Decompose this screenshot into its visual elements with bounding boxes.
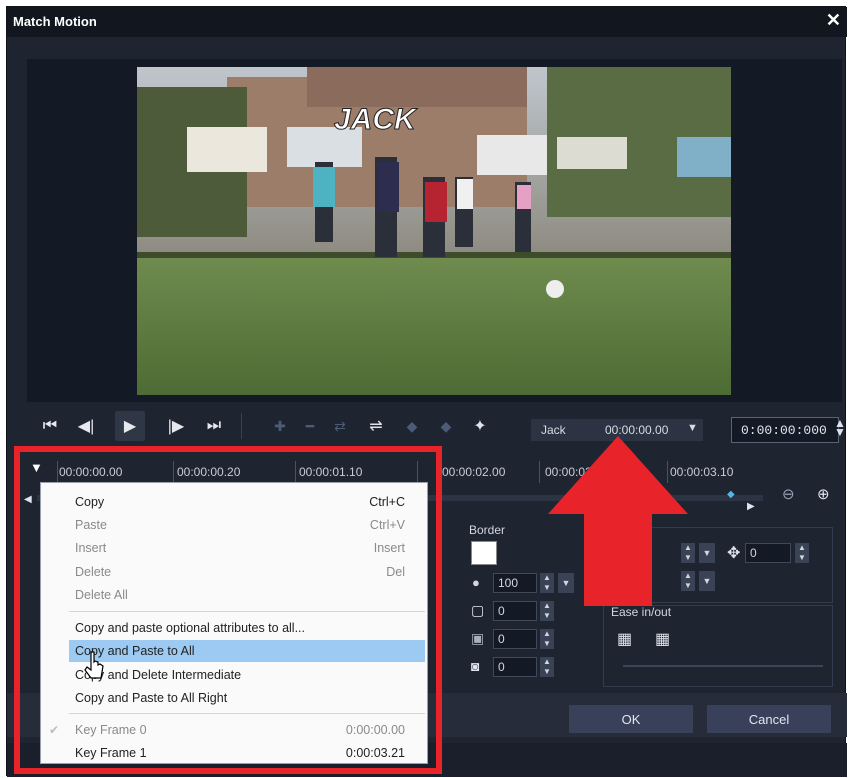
cancel-button[interactable]: Cancel: [707, 705, 831, 733]
opacity-icon: ●: [472, 575, 480, 590]
go-to-end-icon[interactable]: ⏭: [199, 411, 229, 441]
video-frame: JACK: [137, 67, 731, 395]
timecode-value: 0:00:00:000: [741, 423, 827, 438]
position-y-dropdown[interactable]: ▼: [699, 571, 715, 591]
zoom-out-icon[interactable]: ⊖: [782, 485, 795, 503]
zoom-in-icon[interactable]: ⊕: [817, 485, 830, 503]
border-color-swatch[interactable]: [471, 541, 497, 565]
window-title: Match Motion: [13, 14, 97, 29]
next-frame-icon[interactable]: |▶: [161, 411, 191, 441]
next-keyframe-icon[interactable]: ◆: [433, 411, 459, 441]
title-bar: Match Motion ✕: [7, 7, 847, 37]
red-arrow-icon: [548, 436, 688, 606]
rotate-spinner[interactable]: ▲ ▼: [795, 543, 809, 563]
border-width-icon: ▢: [471, 602, 485, 618]
ok-button[interactable]: OK: [569, 705, 693, 733]
rotate-field[interactable]: 0: [745, 543, 791, 563]
video-overlay-title: JACK: [334, 103, 418, 136]
ruler-tick: 00:00:02.00: [442, 465, 506, 479]
position-x-dropdown[interactable]: ▼: [699, 543, 715, 563]
swap-keyframes-icon[interactable]: ⇌: [363, 411, 389, 441]
shadow-field[interactable]: 0: [493, 629, 537, 649]
glow-spinner[interactable]: ▲ ▼: [540, 657, 554, 677]
add-keyframe-icon[interactable]: ✚: [267, 411, 293, 441]
object-name: Jack: [541, 423, 566, 437]
opacity-field[interactable]: 100: [493, 573, 537, 593]
scroll-right-icon[interactable]: ▶: [747, 501, 755, 512]
highlight-box: [14, 446, 442, 774]
play-icon[interactable]: ▶: [115, 411, 145, 441]
video-preview-area: JACK: [27, 59, 842, 402]
soccer-scene-image: JACK: [137, 67, 731, 395]
ease-slider[interactable]: [623, 665, 823, 667]
ease-out-icon[interactable]: ▦: [655, 629, 670, 649]
go-to-start-icon[interactable]: ⏮: [35, 411, 65, 441]
previous-frame-icon[interactable]: ◀|: [71, 411, 101, 441]
playback-toolbar: ⏮ ◀| ▶ |▶ ⏭ ✚ ━ ⇄ ⇌ ◆ ◆ ✦ Jack 00:00:00.…: [27, 407, 842, 445]
glow-field[interactable]: 0: [493, 657, 537, 677]
ease-in-icon[interactable]: ▦: [617, 629, 632, 649]
object-timecode: 00:00:00.00: [605, 423, 669, 437]
keyframe-marker-icon[interactable]: ◆: [727, 489, 735, 500]
keyframe-settings-icon[interactable]: ✦: [467, 411, 493, 441]
remove-keyframe-icon[interactable]: ━: [297, 411, 323, 441]
border-width-field[interactable]: 0: [493, 601, 537, 621]
shadow-spinner[interactable]: ▲ ▼: [540, 629, 554, 649]
chevron-down-icon: ▼: [687, 422, 698, 434]
reverse-keyframes-icon[interactable]: ⇄: [327, 411, 353, 441]
move-icon: ✥: [727, 545, 741, 562]
shadow-icon: ▣: [471, 630, 485, 646]
close-icon[interactable]: ✕: [826, 10, 841, 31]
glow-icon: ◙: [471, 658, 480, 674]
timecode-spinner[interactable]: ▲ ▼: [834, 417, 846, 438]
timecode-field[interactable]: 0:00:00:000: [731, 417, 839, 443]
previous-keyframe-icon[interactable]: ◆: [399, 411, 425, 441]
border-label: Border: [469, 523, 506, 537]
ease-label: Ease in/out: [611, 605, 672, 619]
toolbar-divider: [241, 413, 242, 439]
